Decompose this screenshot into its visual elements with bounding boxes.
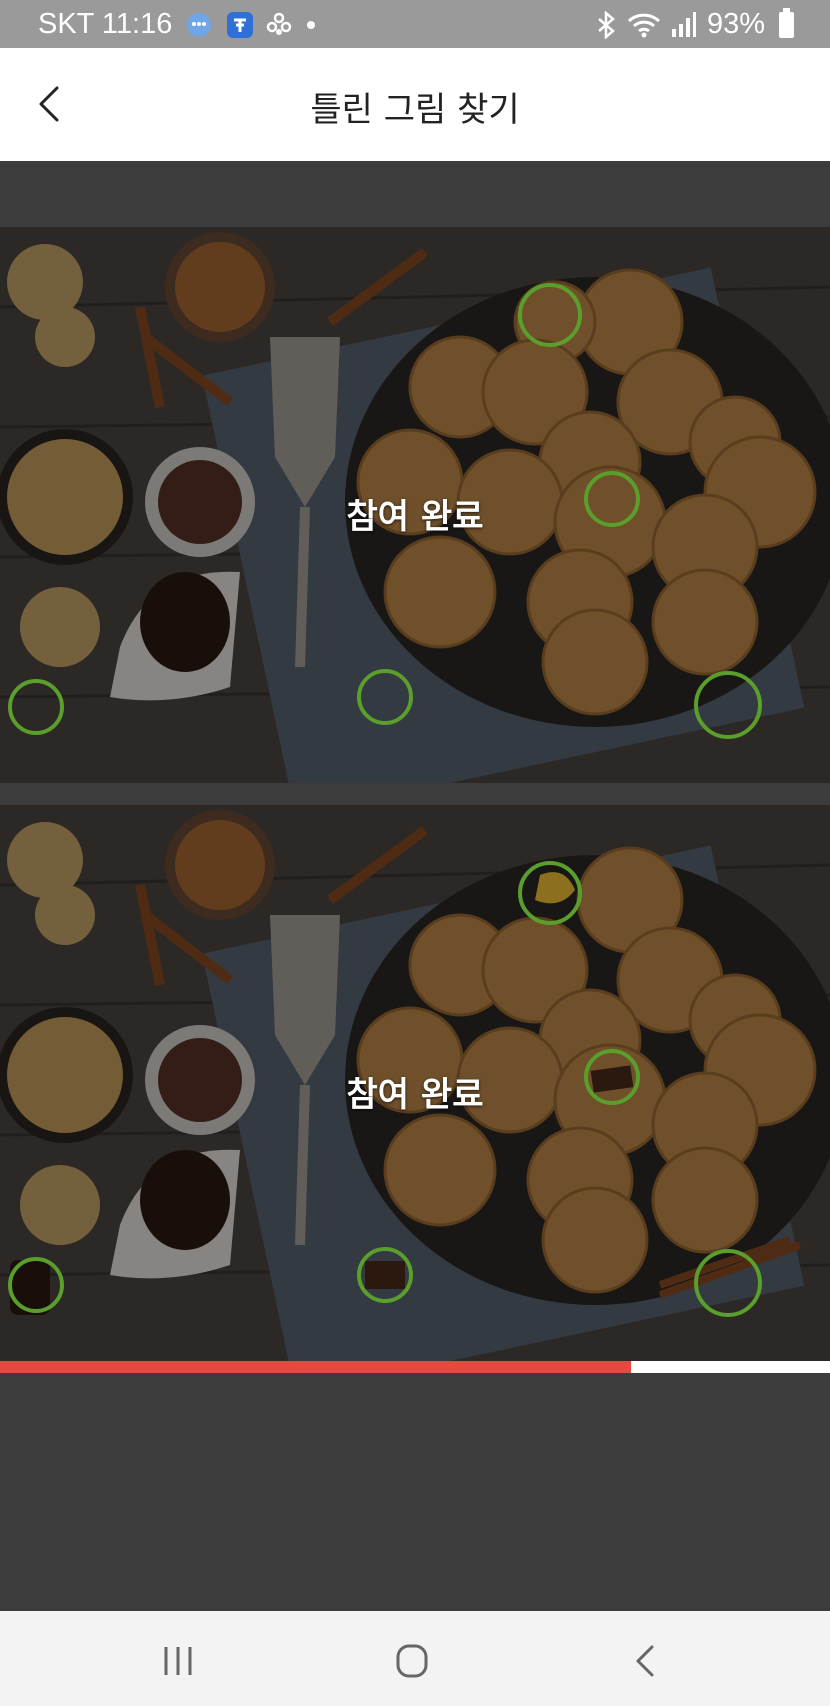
battery-percent: 93% (706, 8, 765, 40)
app-bar: 틀린 그림 찾기 (0, 48, 830, 161)
status-bar: SKT 11:16 93% (0, 0, 830, 48)
participation-complete-label: 참여 완료 (346, 497, 484, 537)
chat-bubble-icon (187, 12, 212, 37)
recents-icon (164, 1647, 192, 1675)
spot-the-difference-area: 참여 완료 참여 완료 (0, 161, 830, 1611)
progress-bar (0, 1361, 830, 1373)
home-icon (396, 1644, 428, 1678)
found-marker (518, 283, 582, 347)
system-back-button[interactable] (606, 1641, 686, 1681)
found-marker (357, 1247, 413, 1303)
page-title: 틀린 그림 찾기 (310, 90, 520, 130)
found-marker (694, 1249, 762, 1317)
found-marker (518, 861, 582, 925)
app-badge-icon (227, 11, 254, 38)
found-marker (357, 669, 413, 725)
system-nav-bar (0, 1611, 830, 1706)
wifi-icon (627, 13, 660, 37)
participation-complete-label: 참여 완료 (346, 1075, 484, 1115)
progress-fill (0, 1361, 631, 1373)
dot-icon (307, 20, 316, 29)
original-image[interactable]: 참여 완료 (0, 227, 830, 783)
recents-button[interactable] (140, 1641, 220, 1681)
back-icon (636, 1645, 654, 1677)
signal-icon (671, 11, 696, 37)
home-button[interactable] (372, 1641, 452, 1681)
battery-icon (779, 7, 794, 38)
flower-icon (267, 12, 292, 35)
found-marker (694, 671, 762, 739)
status-right: 93% (595, 7, 794, 41)
status-left: SKT 11:16 (38, 8, 318, 41)
found-marker (8, 1257, 64, 1313)
bluetooth-icon (598, 10, 615, 39)
found-marker (8, 679, 64, 735)
modified-image[interactable]: 참여 완료 (0, 805, 830, 1361)
carrier-time: SKT 11:16 (38, 8, 173, 40)
